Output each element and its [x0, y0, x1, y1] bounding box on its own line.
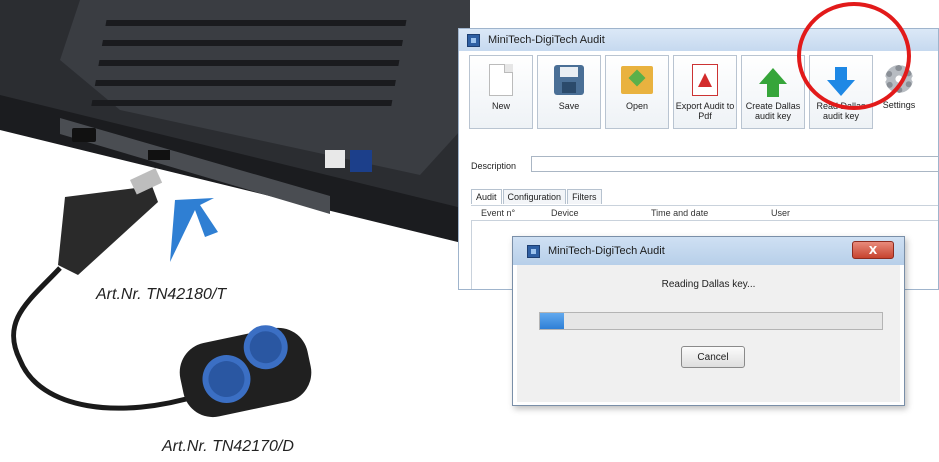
tab-audit[interactable]: Audit [471, 189, 502, 204]
new-button[interactable]: New [469, 55, 533, 129]
key-reader-caption: Art.Nr. TN42170/D [162, 438, 294, 455]
cancel-button[interactable]: Cancel [681, 346, 745, 368]
create-dallas-key-button-label: Create Dallas audit key [745, 101, 801, 121]
export-pdf-button[interactable]: Export Audit to Pdf [673, 55, 737, 129]
app-logo-icon [467, 33, 480, 47]
save-button-label: Save [558, 101, 580, 111]
pdf-icon [692, 64, 718, 96]
progress-fill [540, 313, 564, 329]
dialog-body: Reading Dallas key... Cancel [517, 265, 900, 402]
dialog-app-icon [527, 244, 540, 258]
export-pdf-button-label: Export Audit to Pdf [675, 101, 735, 121]
create-dallas-key-button[interactable]: Create Dallas audit key [741, 55, 805, 129]
tab-configuration[interactable]: Configuration [502, 189, 567, 204]
laptop-and-reader-illustration [0, 0, 470, 418]
app-title: MiniTech-DigiTech Audit [488, 34, 605, 46]
audit-table-header: Event n° Device Time and date User [471, 205, 938, 221]
tab-bar: Audit Configuration Filters [471, 189, 603, 204]
reading-key-dialog: MiniTech-DigiTech Audit X Reading Dallas… [512, 236, 905, 406]
dialog-titlebar: MiniTech-DigiTech Audit X [513, 237, 904, 265]
highlight-circle [797, 2, 911, 110]
status-message: Reading Dallas key... [661, 279, 756, 290]
tab-filters[interactable]: Filters [567, 189, 602, 204]
column-user[interactable]: User [751, 208, 831, 218]
new-button-label: New [491, 101, 510, 111]
up-arrow-icon [759, 68, 787, 97]
open-button[interactable]: Open [605, 55, 669, 129]
usb-adapter-caption: Art.Nr. TN42180/T [96, 286, 227, 303]
open-button-label: Open [625, 101, 649, 111]
column-time-and-date[interactable]: Time and date [631, 208, 751, 218]
open-folder-icon [621, 66, 653, 94]
product-photo: Art.Nr. TN42180/T Art.Nr. TN42170/D [0, 0, 470, 462]
column-device[interactable]: Device [541, 208, 631, 218]
progress-bar [539, 312, 883, 330]
save-button[interactable]: Save [537, 55, 601, 129]
new-file-icon [489, 64, 513, 96]
dialog-title: MiniTech-DigiTech Audit [548, 245, 665, 257]
description-input[interactable] [531, 156, 938, 172]
description-label: Description [471, 161, 517, 171]
column-event-number[interactable]: Event n° [471, 208, 541, 218]
close-button[interactable]: X [852, 241, 894, 259]
save-icon [554, 65, 584, 95]
